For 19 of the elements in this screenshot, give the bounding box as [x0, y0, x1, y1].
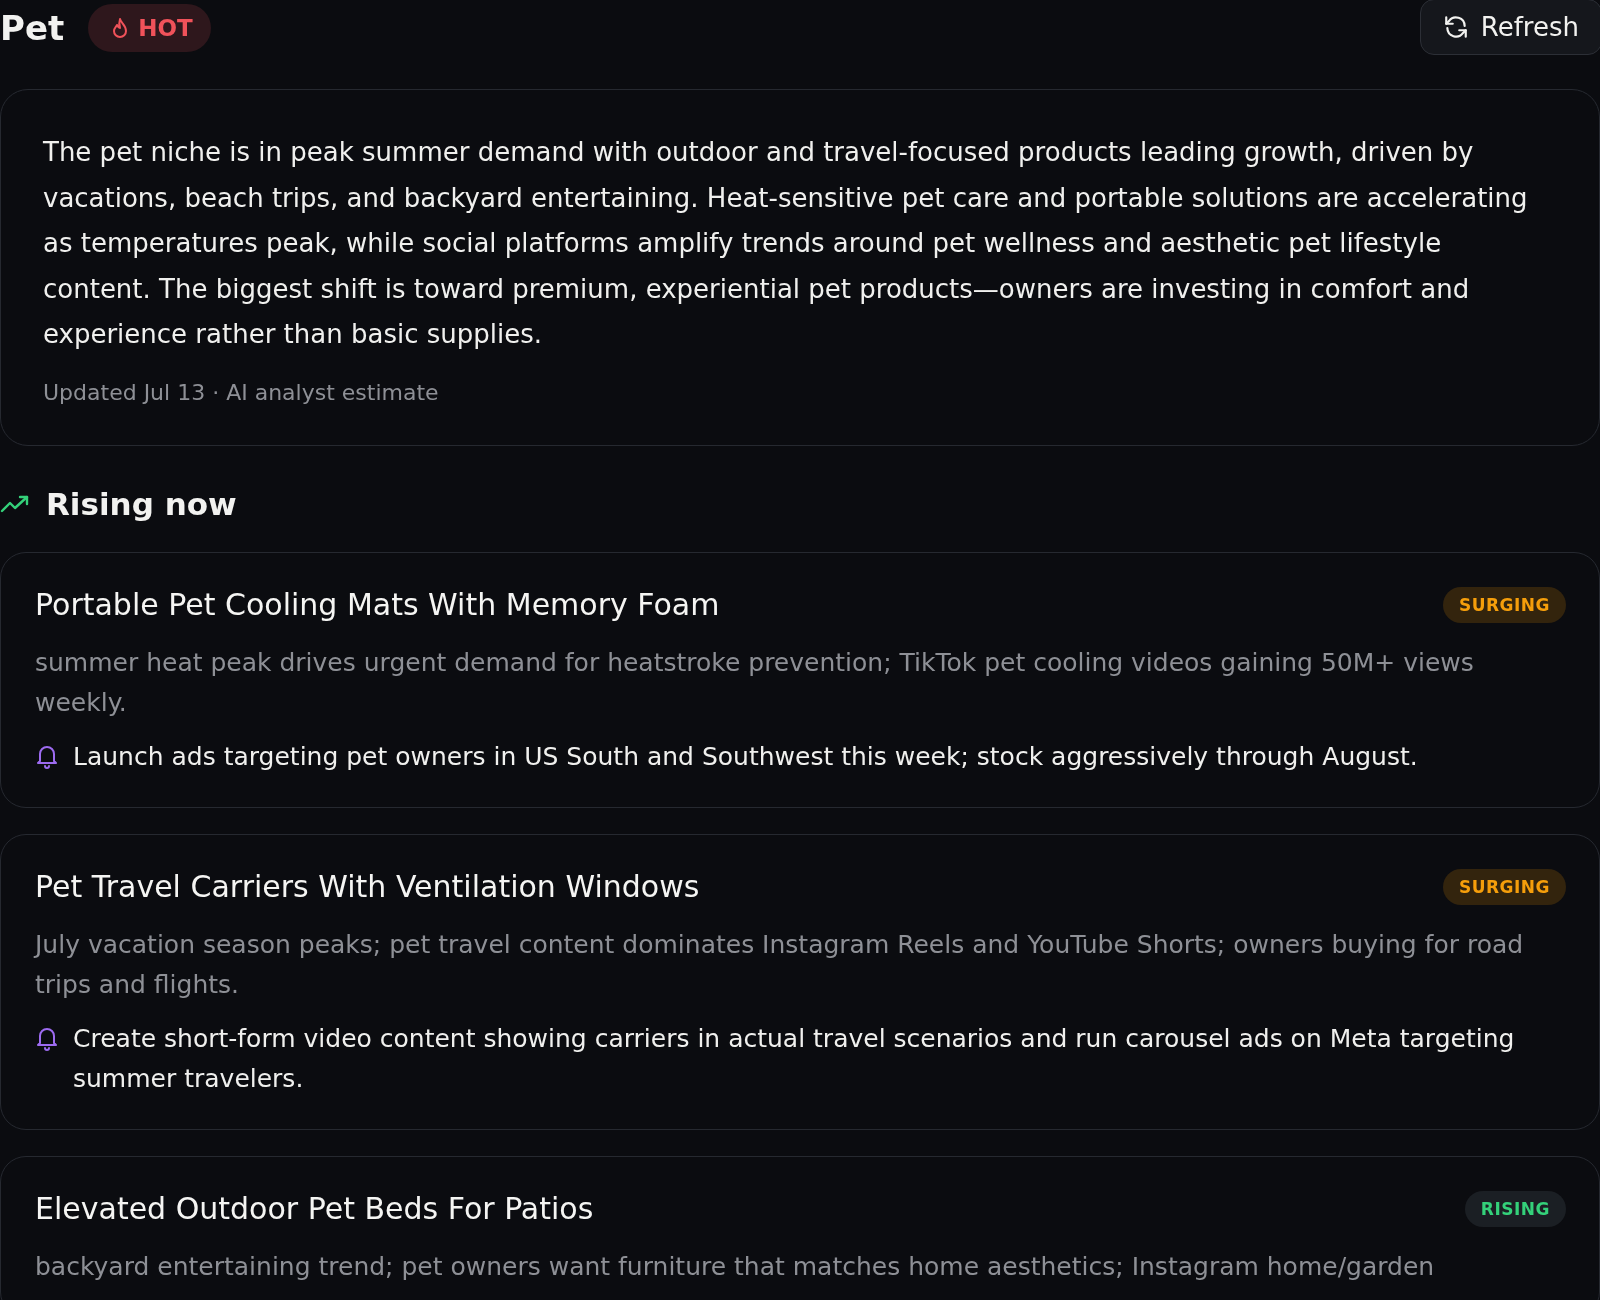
refresh-button[interactable]: Refresh [1419, 0, 1600, 55]
trend-description: backyard entertaining trend; pet owners want furniture that matches home aesthetics; Instagram home/garden [35, 1250, 1436, 1283]
summary-text: The pet niche is in peak summer demand with outdoor and travel-focused products leading growth, driven by vacations, beach trips, and backyard entertaining. Heat-sensitive pet care and portable solutions are accelerating as temperatures peak, while social platforms amplify trends around pet wellness and aesthetic pet lifestyle content. The biggest shift is toward premium, experiential pet products—owners are investing in comfort and experience rather than basic supplies. [43, 136, 1529, 351]
trend-description: July vacation season peaks; pet travel content dominates Instagram Reels and YouTube Shorts; owners buying for road trips and flights. [35, 928, 1525, 1001]
status-badge: SURGING [1442, 868, 1566, 905]
page-title: Pet [0, 8, 65, 48]
trend-title: Elevated Outdoor Pet Beds For Patios [35, 1191, 594, 1226]
action-text: Launch ads targeting pet owners in US South and Southwest this week; stock aggressively through August. [73, 740, 1418, 773]
trending-up-icon [0, 493, 30, 514]
status-badge: RISING [1464, 1190, 1566, 1227]
action-text: Create short-form video content showing carriers in actual travel scenarios and run carousel ads on Meta targeting summer travelers. [73, 1022, 1516, 1095]
updated-text: Updated Jul 13 · AI analyst estimate [43, 379, 440, 405]
status-badge: SURGING [1442, 586, 1566, 623]
status-badge: HOT [88, 4, 211, 52]
trend-title: Portable Pet Cooling Mats With Memory Foam [35, 587, 720, 622]
trend-description: summer heat peak drives urgent demand for heatstroke prevention; TikTok pet cooling videos gaining 50M+ views weekly. [35, 646, 1475, 719]
trend-title: Pet Travel Carriers With Ventilation Windows [35, 869, 700, 904]
section-title: Rising now [46, 485, 237, 522]
refresh-icon [1442, 14, 1469, 40]
